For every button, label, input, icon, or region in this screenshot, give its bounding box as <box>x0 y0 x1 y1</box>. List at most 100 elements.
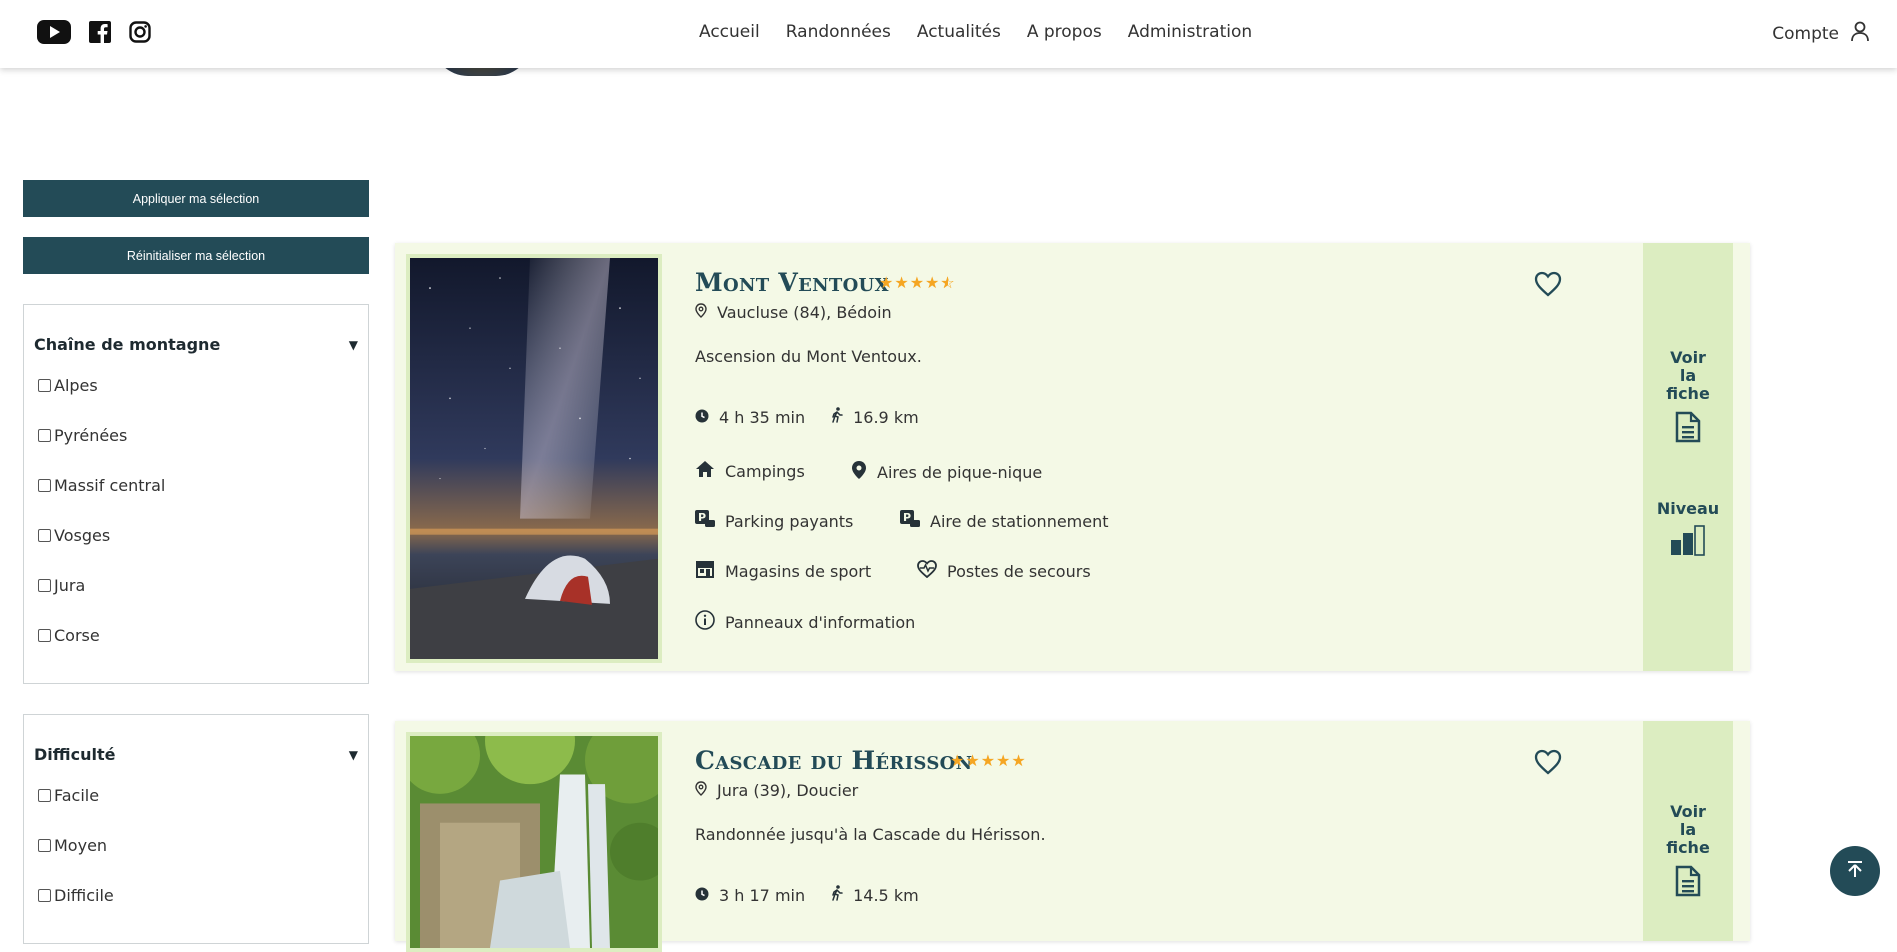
favorite-heart-icon[interactable] <box>1534 749 1562 775</box>
nav-a-propos[interactable]: A propos <box>1027 22 1102 42</box>
youtube-icon[interactable] <box>37 20 71 48</box>
feature-item: Aires de pique-nique <box>851 460 1042 484</box>
option-label: Pyrénées <box>54 425 128 445</box>
option-label: Jura <box>54 575 86 595</box>
card-action-panel: Voir la fiche <box>1643 721 1733 941</box>
feature-label: Magasins de sport <box>725 561 872 581</box>
caret-down-icon: ▼ <box>348 337 358 352</box>
duration-value: 4 h 35 min <box>719 407 806 427</box>
reset-selection-button[interactable]: Réinitialiser ma sélection <box>23 237 369 274</box>
map-pin-icon <box>851 460 867 484</box>
nav-administration[interactable]: Administration <box>1128 22 1252 42</box>
checkbox[interactable] <box>38 428 51 442</box>
hike-stats: 4 h 35 min 16.9 km <box>695 407 919 427</box>
checkbox[interactable] <box>38 788 51 802</box>
rating-stars: ★★★★★ <box>950 751 1027 770</box>
document-icon <box>1643 865 1733 901</box>
top-navigation-bar: Accueil Randonnées Actualités A propos A… <box>0 0 1897 68</box>
filter-option[interactable]: Vosges <box>24 510 368 560</box>
social-links <box>37 20 151 48</box>
walk-icon <box>831 885 843 905</box>
filter-option[interactable]: Pyrénées <box>24 410 368 460</box>
shop-icon <box>695 560 715 582</box>
feature-label: Campings <box>725 461 805 481</box>
filter-option[interactable]: Facile <box>24 770 368 820</box>
option-label: Moyen <box>54 835 108 855</box>
apply-selection-button[interactable]: Appliquer ma sélection <box>23 180 369 217</box>
favorite-heart-icon[interactable] <box>1534 271 1562 297</box>
filter-option[interactable]: Massif central <box>24 460 368 510</box>
hike-title[interactable]: Mont Ventoux <box>695 268 889 297</box>
main-nav: Accueil Randonnées Actualités A propos A… <box>699 22 1252 42</box>
scroll-to-top-button[interactable] <box>1830 846 1880 896</box>
duration: 3 h 17 min <box>695 885 805 905</box>
checkbox[interactable] <box>38 378 51 392</box>
svg-text:P: P <box>903 511 911 524</box>
checkbox[interactable] <box>38 838 51 852</box>
checkbox[interactable] <box>38 478 51 492</box>
distance-value: 14.5 km <box>853 885 919 905</box>
hike-description: Ascension du Mont Ventoux. <box>695 347 922 366</box>
svg-text:P: P <box>698 511 706 524</box>
feature-item: Postes de secours <box>917 560 1091 582</box>
filter-option[interactable]: Corse <box>24 610 368 660</box>
location-text: Vaucluse (84), Bédoin <box>717 303 892 322</box>
facebook-icon[interactable] <box>89 21 111 47</box>
filter-option[interactable]: Alpes <box>24 360 368 410</box>
filter-option[interactable]: Jura <box>24 560 368 610</box>
checkbox[interactable] <box>38 888 51 902</box>
account-label: Compte <box>1772 23 1839 44</box>
location-text: Jura (39), Doucier <box>717 781 859 800</box>
caret-down-icon: ▼ <box>348 747 358 762</box>
hike-photo[interactable] <box>400 697 675 948</box>
filter-title: Difficulté <box>34 745 116 764</box>
filter-header[interactable]: Difficulté ▼ <box>24 715 368 764</box>
filter-option[interactable]: Moyen <box>24 820 368 870</box>
clock-icon <box>695 408 709 427</box>
hike-photo-frame <box>400 697 675 952</box>
nav-accueil[interactable]: Accueil <box>699 22 760 42</box>
account-link[interactable]: Compte <box>1772 20 1871 47</box>
hike-stats: 3 h 17 min 14.5 km <box>695 885 919 905</box>
nav-actualites[interactable]: Actualités <box>917 22 1001 42</box>
option-label: Facile <box>54 785 100 805</box>
option-label: Difficile <box>54 885 114 905</box>
hike-card: Mont Ventoux ★★★★☆★ Vaucluse (84), Bédoi… <box>395 243 1750 671</box>
duration-value: 3 h 17 min <box>719 885 806 905</box>
level-label: Niveau <box>1656 499 1720 518</box>
checkbox[interactable] <box>38 528 51 542</box>
view-sheet-link[interactable]: Voir la fiche <box>1643 803 1733 901</box>
info-icon <box>695 610 715 634</box>
duration: 4 h 35 min <box>695 407 805 427</box>
hike-photo-frame <box>406 254 662 663</box>
view-sheet-link[interactable]: Voir la fiche <box>1643 349 1733 447</box>
checkbox[interactable] <box>38 578 51 592</box>
nav-randonnees[interactable]: Randonnées <box>786 22 891 42</box>
hike-location: Jura (39), Doucier <box>695 781 858 800</box>
rating-stars: ★★★★☆★ <box>879 273 956 292</box>
hike-location: Vaucluse (84), Bédoin <box>695 303 892 322</box>
view-sheet-label: Voir la fiche <box>1666 802 1710 857</box>
hike-title[interactable]: Cascade du Hérisson <box>695 746 972 775</box>
hike-photo[interactable] <box>410 258 658 659</box>
feature-label: Aires de pique-nique <box>877 462 1043 482</box>
option-label: Vosges <box>54 525 111 545</box>
distance: 14.5 km <box>831 885 919 905</box>
feature-label: Panneaux d'information <box>725 612 916 632</box>
walk-icon <box>831 407 843 427</box>
location-icon <box>695 781 707 800</box>
feature-item: P Parking payants <box>695 510 853 532</box>
filter-title: Chaîne de montagne <box>34 335 221 354</box>
filter-difficulty: Difficulté ▼ Facile Moyen Difficile <box>23 714 369 944</box>
house-icon <box>695 460 715 482</box>
instagram-icon[interactable] <box>129 21 151 47</box>
feature-item: P Aire de stationnement <box>900 510 1109 532</box>
checkbox[interactable] <box>38 628 51 642</box>
filter-header[interactable]: Chaîne de montagne ▼ <box>24 305 368 354</box>
user-icon <box>1849 20 1871 47</box>
feature-item: Panneaux d'information <box>695 610 915 634</box>
location-icon <box>695 303 707 322</box>
distance: 16.9 km <box>831 407 919 427</box>
document-icon <box>1643 411 1733 447</box>
card-action-panel: Voir la fiche Niveau <box>1643 243 1733 671</box>
